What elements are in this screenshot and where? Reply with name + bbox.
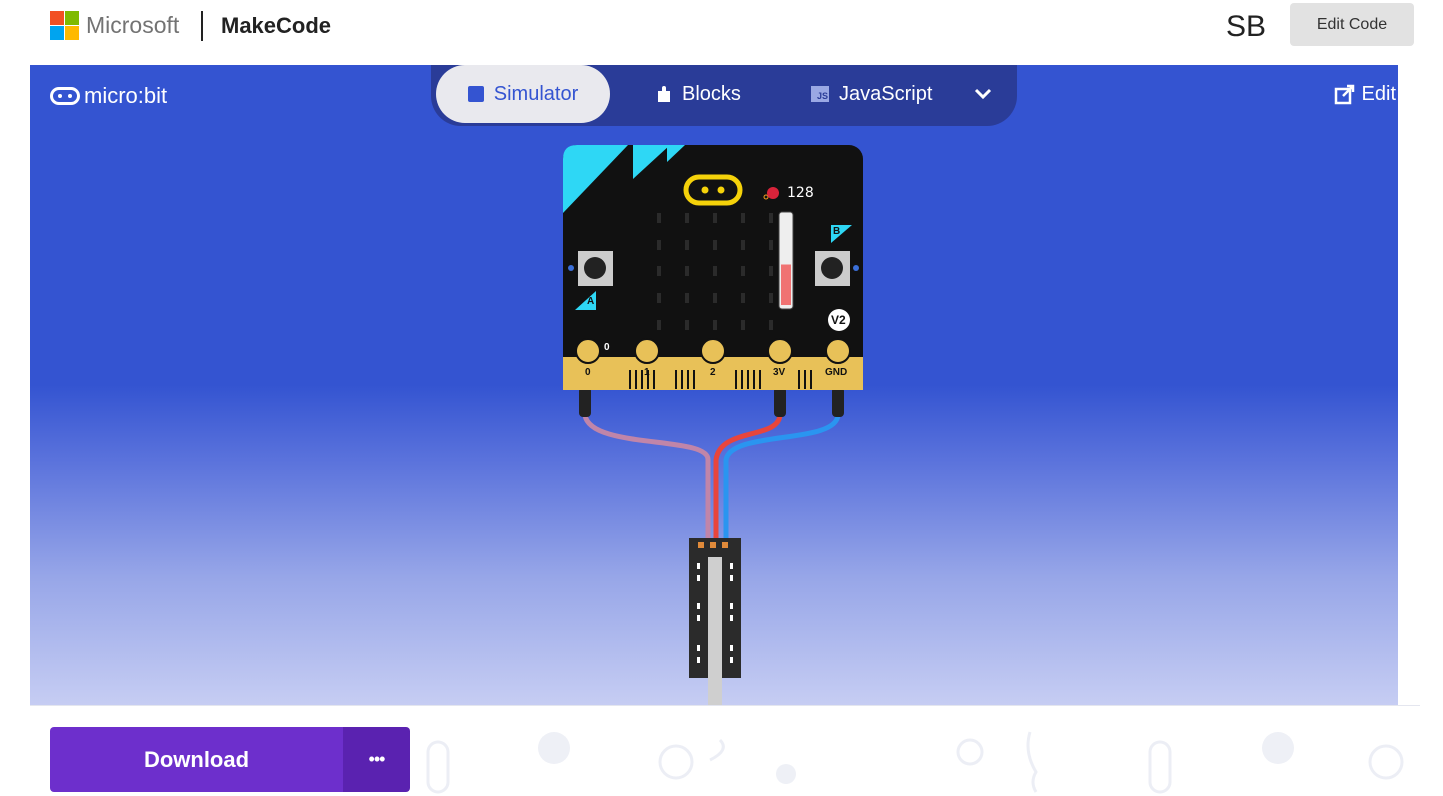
- stage-divider: [30, 705, 1420, 706]
- microsoft-logo-icon: [50, 11, 79, 40]
- button-b-label: B: [833, 226, 841, 237]
- more-options-icon: •••: [368, 749, 386, 769]
- pin-label-3v[interactable]: 3V: [773, 367, 785, 378]
- user-avatar[interactable]: SB: [1226, 10, 1266, 44]
- top-header: Microsoft MakeCode SB Edit Code: [0, 0, 1443, 65]
- pin0-value: 0: [604, 342, 610, 353]
- version-badge: V2: [831, 313, 846, 327]
- download-more-button[interactable]: •••: [343, 727, 410, 792]
- pin-label-gnd[interactable]: GND: [825, 367, 847, 378]
- pin-label-1[interactable]: 1: [644, 367, 650, 378]
- right-panel-edge: [1398, 125, 1443, 705]
- download-button[interactable]: Download: [50, 727, 343, 792]
- pin-label-2[interactable]: 2: [710, 367, 716, 378]
- button-a-label: A: [587, 296, 595, 307]
- app-title[interactable]: MakeCode: [221, 13, 331, 39]
- microsoft-brand: Microsoft: [86, 12, 180, 38]
- background-pattern: [426, 731, 1404, 794]
- header-divider: [201, 11, 203, 41]
- sound-level-readout: 128: [787, 185, 814, 201]
- simulator-stage: micro:bit Simulator Blocks JS JavaScript…: [30, 65, 1398, 705]
- edit-code-button[interactable]: Edit Code: [1290, 3, 1414, 46]
- pin-label-0[interactable]: 0: [585, 367, 591, 378]
- microbit-board-simulator[interactable]: [30, 65, 1398, 705]
